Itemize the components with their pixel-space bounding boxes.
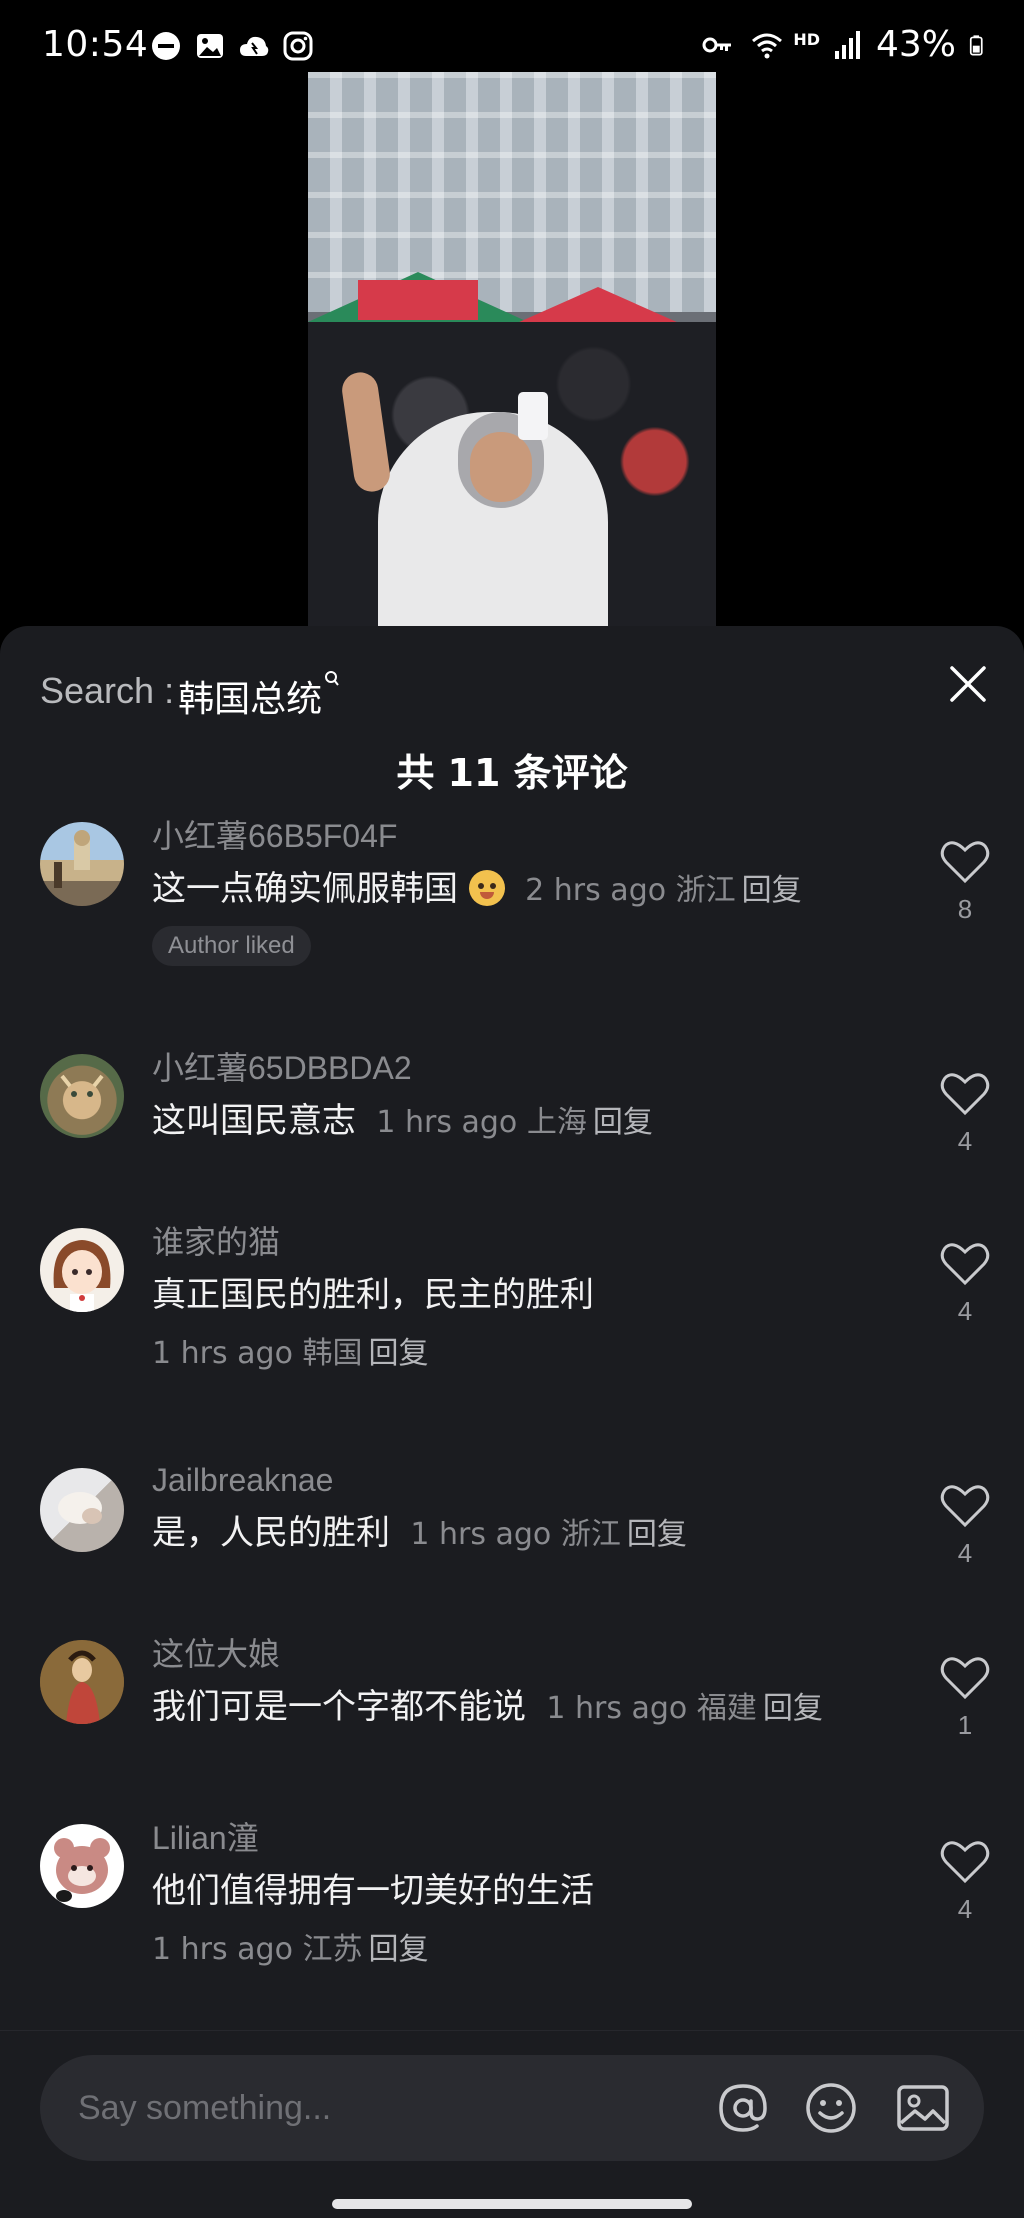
signal-icon — [834, 30, 860, 59]
search-query: 韩国总统 — [178, 679, 323, 720]
comment-time: 1 hrs ago — [152, 1336, 293, 1371]
comment-username[interactable]: 这位大娘 — [152, 1634, 912, 1674]
comment-text: 我们可是一个字都不能说 — [152, 1687, 526, 1727]
comment-text: 真正国民的胜利，民主的胜利 — [152, 1275, 594, 1315]
avatar[interactable] — [40, 822, 124, 906]
avatar[interactable] — [40, 1468, 124, 1552]
comment-location: 江苏 — [302, 1932, 363, 1967]
gallery-icon — [197, 34, 223, 58]
comment-text: 他们值得拥有一切美好的生活 — [152, 1871, 594, 1911]
close-icon[interactable] — [946, 662, 990, 706]
notification-icons — [150, 30, 314, 62]
heart-icon — [940, 1657, 990, 1700]
avatar[interactable] — [40, 1640, 124, 1724]
comment-username[interactable]: 小红薯65DBBDA2 — [152, 1048, 912, 1088]
video-frame[interactable] — [308, 72, 716, 632]
image-icon[interactable] — [894, 2079, 952, 2137]
heart-icon — [940, 1485, 990, 1528]
author-liked-badge: Author liked — [152, 926, 311, 966]
reply-button[interactable]: 回复 — [368, 1336, 428, 1371]
comment-username[interactable]: 小红薯66B5F04F — [152, 816, 912, 856]
reply-button[interactable]: 回复 — [593, 1105, 653, 1140]
reply-button[interactable]: 回复 — [627, 1517, 687, 1552]
avatar[interactable] — [40, 1228, 124, 1312]
reply-button[interactable]: 回复 — [763, 1691, 823, 1726]
battery-icon — [969, 34, 983, 55]
comment-location: 福建 — [696, 1691, 757, 1726]
like-count: 4 — [957, 1296, 973, 1326]
hd-icon: HD — [793, 30, 820, 49]
heart-icon — [940, 841, 990, 884]
comment-text: 这叫国民意志 — [152, 1101, 356, 1141]
like-count: 1 — [957, 1710, 973, 1740]
battery-percent: 43% — [875, 24, 956, 65]
home-indicator[interactable] — [332, 2199, 692, 2209]
comment-text: 是，人民的胜利 — [152, 1513, 390, 1553]
status-time: 10:54 — [42, 24, 149, 65]
comment-time: 1 hrs ago — [376, 1105, 518, 1140]
emoji-icon[interactable] — [802, 2079, 860, 2137]
heart-icon — [940, 1841, 990, 1884]
search-query-link[interactable]: Search : 韩国总统 — [40, 670, 340, 722]
reply-button[interactable]: 回复 — [742, 873, 802, 908]
instagram-icon — [283, 31, 313, 61]
avatar[interactable] — [40, 1824, 124, 1908]
wifi-icon — [752, 33, 783, 58]
avatar[interactable] — [40, 1054, 124, 1138]
comment-location: 浙江 — [675, 873, 736, 908]
vpn-key-icon — [702, 37, 732, 52]
like-button[interactable]: 4 — [934, 1240, 996, 1327]
like-button[interactable]: 1 — [934, 1654, 996, 1741]
comment-time: 1 hrs ago — [152, 1932, 293, 1967]
comment-input[interactable] — [78, 2083, 578, 2133]
comment-time: 1 hrs ago — [546, 1691, 688, 1726]
like-count: 8 — [957, 894, 973, 924]
like-count: 4 — [957, 1126, 973, 1156]
comment-username[interactable]: 谁家的猫 — [152, 1222, 912, 1262]
heart-icon — [940, 1073, 990, 1116]
comment-input-bar — [0, 2030, 1024, 2218]
mention-icon[interactable] — [714, 2079, 772, 2137]
comment-location: 浙江 — [560, 1517, 621, 1552]
like-button[interactable]: 8 — [934, 838, 996, 925]
like-button[interactable]: 4 — [934, 1070, 996, 1157]
search-prefix: Search : — [40, 670, 175, 711]
system-icons: HD 43% — [699, 24, 990, 65]
like-count: 4 — [957, 1538, 973, 1568]
comment-location: 上海 — [526, 1105, 587, 1140]
like-count: 4 — [957, 1894, 973, 1924]
comment-location: 韩国 — [302, 1336, 363, 1371]
dnd-icon — [152, 32, 180, 60]
reply-button[interactable]: 回复 — [368, 1932, 428, 1967]
comment-username[interactable]: Jailbreaknae — [152, 1460, 912, 1500]
comment-text: 这一点确实佩服韩国 — [152, 869, 458, 909]
comments-sheet: Search : 韩国总统 共 11 条评论 小红薯66B5F04F 这一点确实… — [0, 626, 1024, 2218]
search-icon — [325, 671, 339, 686]
like-button[interactable]: 4 — [934, 1838, 996, 1925]
comment-time: 2 hrs ago — [525, 873, 667, 908]
heart-icon — [940, 1243, 990, 1286]
cloud-icon — [240, 36, 269, 56]
comment-time: 1 hrs ago — [410, 1517, 552, 1552]
video-player[interactable] — [0, 72, 1024, 632]
comment-username[interactable]: Lilian潼 — [152, 1818, 912, 1858]
comment-input-pill[interactable] — [40, 2055, 984, 2161]
like-button[interactable]: 4 — [934, 1482, 996, 1569]
comment-count-title: 共 11 条评论 — [396, 751, 628, 795]
emoji-icon — [468, 870, 505, 906]
